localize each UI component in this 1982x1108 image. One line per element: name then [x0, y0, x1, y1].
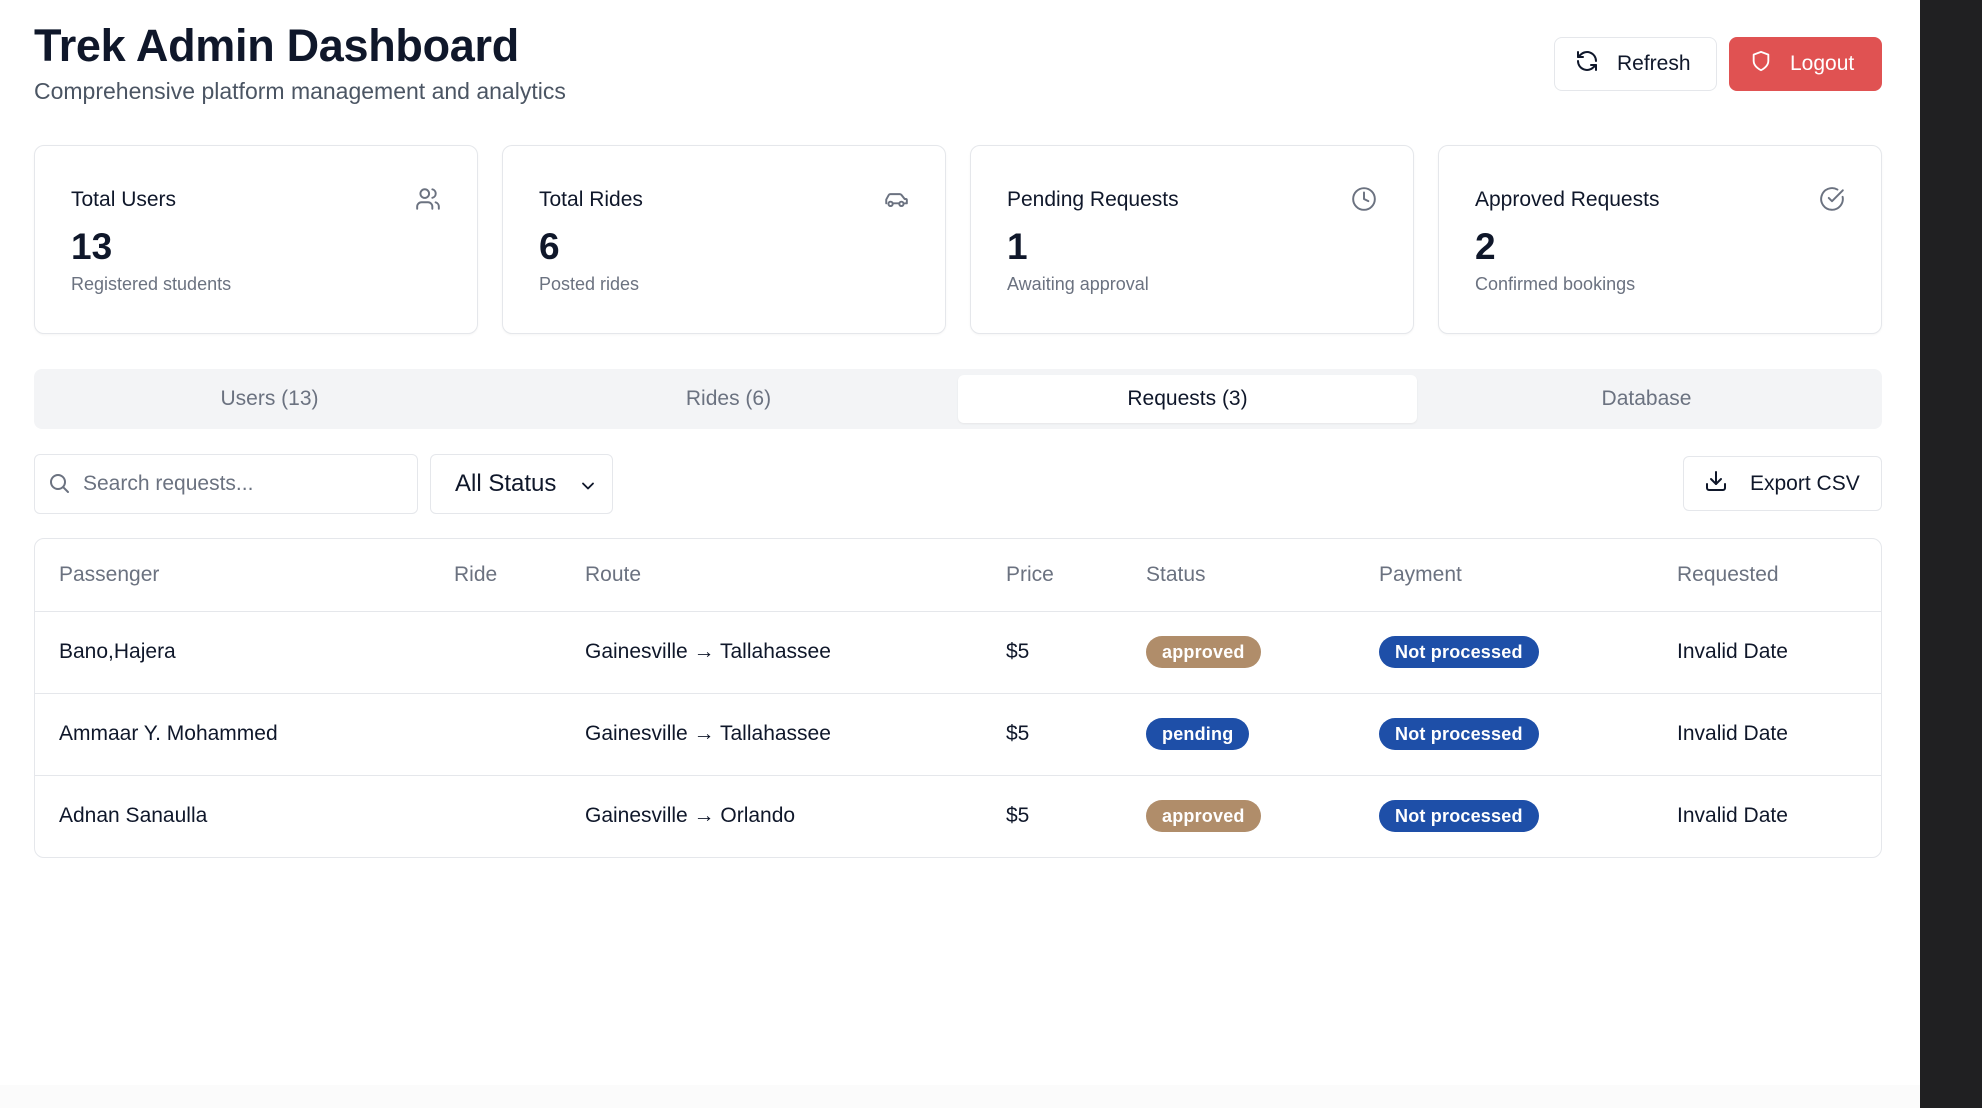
search-input[interactable] [83, 465, 403, 503]
table-row[interactable]: Ammaar Y. Mohammed Gainesville → Tallaha… [35, 694, 1881, 776]
stat-subtitle: Awaiting approval [1007, 274, 1149, 294]
payment-badge: Not processed [1379, 718, 1539, 750]
check-circle-icon [1819, 186, 1845, 212]
passenger-cell: Bano,Hajera [59, 640, 176, 663]
stat-value: 2 [1475, 226, 1496, 267]
search-box [34, 454, 418, 514]
stat-card-approved-requests: Approved Requests 2 Confirmed bookings [1438, 145, 1882, 334]
price-cell: $5 [1006, 722, 1030, 745]
price-cell: $5 [1006, 804, 1030, 827]
status-filter-value: All Status [455, 470, 557, 497]
stat-title: Approved Requests [1475, 188, 1660, 211]
window-edge [1920, 0, 1982, 1108]
column-header-ride: Ride [454, 563, 498, 586]
page-bottom [0, 1085, 1920, 1108]
column-header-payment: Payment [1379, 563, 1462, 586]
shield-icon [1750, 49, 1772, 79]
payment-badge: Not processed [1379, 800, 1539, 832]
stat-value: 13 [71, 226, 113, 267]
column-header-passenger: Passenger [59, 563, 160, 586]
requested-cell: Invalid Date [1677, 722, 1788, 745]
stat-card-total-users: Total Users 13 Registered students [34, 145, 478, 334]
passenger-cell: Adnan Sanaulla [59, 804, 208, 827]
stat-subtitle: Posted rides [539, 274, 640, 294]
refresh-icon [1575, 49, 1599, 79]
table-row[interactable]: Adnan Sanaulla Gainesville → Orlando $5 … [35, 776, 1881, 857]
users-icon [415, 186, 441, 212]
page-subtitle: Comprehensive platform management and an… [34, 78, 566, 104]
tab-requests[interactable]: Requests (3) [958, 375, 1417, 423]
status-filter-select[interactable]: All Status [430, 454, 613, 514]
payment-badge: Not processed [1379, 636, 1539, 668]
route-cell: Gainesville → Tallahassee [585, 640, 831, 663]
column-header-status: Status [1146, 563, 1206, 586]
stat-subtitle: Registered students [71, 274, 232, 294]
stat-value: 1 [1007, 226, 1028, 267]
tab-database[interactable]: Database [1417, 375, 1876, 423]
tab-rides[interactable]: Rides (6) [499, 375, 958, 423]
status-badge: approved [1146, 636, 1261, 668]
stat-title: Total Users [71, 188, 177, 211]
status-badge: pending [1146, 718, 1250, 750]
clock-icon [1351, 186, 1377, 212]
tab-bar: Users (13) Rides (6) Requests (3) Databa… [34, 369, 1882, 429]
route-cell: Gainesville → Orlando [585, 804, 796, 827]
logout-label: Logout [1790, 52, 1855, 75]
export-label: Export CSV [1750, 471, 1860, 495]
export-csv-button[interactable]: Export CSV [1683, 456, 1882, 511]
stat-title: Pending Requests [1007, 188, 1179, 211]
stat-subtitle: Confirmed bookings [1475, 274, 1636, 294]
tab-users[interactable]: Users (13) [40, 375, 499, 423]
table-header: Passenger Ride Route Price Status Paymen… [35, 539, 1881, 612]
requested-cell: Invalid Date [1677, 640, 1788, 663]
stat-title: Total Rides [539, 188, 643, 211]
download-icon [1704, 469, 1728, 499]
stat-card-pending-requests: Pending Requests 1 Awaiting approval [970, 145, 1414, 334]
refresh-button[interactable]: Refresh [1554, 37, 1717, 91]
stat-value: 6 [539, 226, 560, 267]
column-header-requested: Requested [1677, 563, 1779, 586]
requested-cell: Invalid Date [1677, 804, 1788, 827]
passenger-cell: Ammaar Y. Mohammed [59, 722, 278, 745]
status-badge: approved [1146, 800, 1261, 832]
table-row[interactable]: Bano,Hajera Gainesville → Tallahassee $5… [35, 612, 1881, 694]
route-cell: Gainesville → Tallahassee [585, 722, 831, 745]
price-cell: $5 [1006, 640, 1030, 663]
page-title: Trek Admin Dashboard [34, 20, 519, 71]
column-header-price: Price [1006, 563, 1054, 586]
refresh-label: Refresh [1617, 52, 1691, 75]
requests-table: Passenger Ride Route Price Status Paymen… [34, 538, 1882, 858]
logout-button[interactable]: Logout [1729, 37, 1882, 91]
column-header-route: Route [585, 563, 642, 586]
stat-card-total-rides: Total Rides 6 Posted rides [502, 145, 946, 334]
admin-dashboard: Trek Admin Dashboard Comprehensive platf… [0, 0, 1920, 1085]
car-icon [883, 186, 909, 212]
